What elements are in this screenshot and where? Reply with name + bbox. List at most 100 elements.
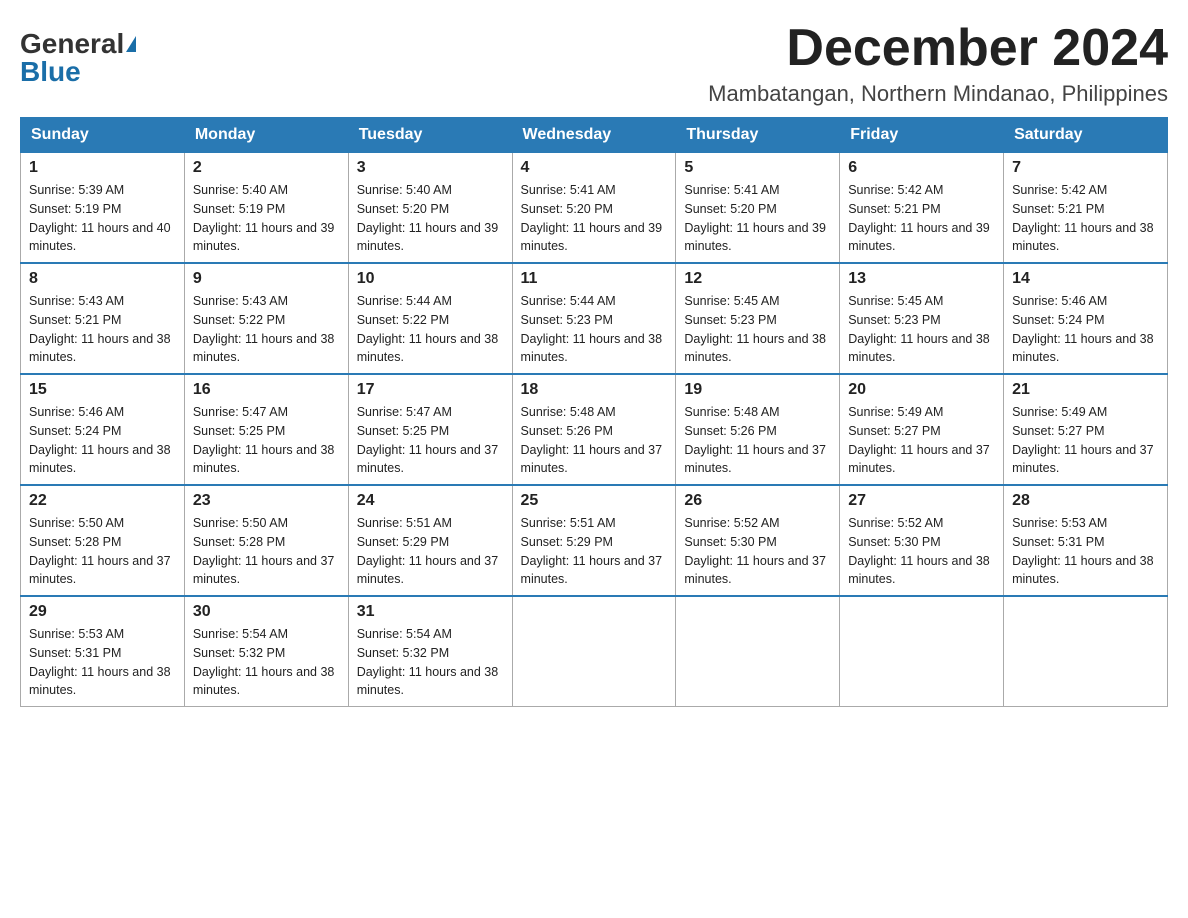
calendar-cell: 21 Sunrise: 5:49 AMSunset: 5:27 PMDaylig… xyxy=(1004,374,1168,485)
calendar-cell: 26 Sunrise: 5:52 AMSunset: 5:30 PMDaylig… xyxy=(676,485,840,596)
day-info: Sunrise: 5:41 AMSunset: 5:20 PMDaylight:… xyxy=(521,183,663,253)
day-info: Sunrise: 5:40 AMSunset: 5:20 PMDaylight:… xyxy=(357,183,499,253)
day-number: 20 xyxy=(848,381,995,399)
day-number: 28 xyxy=(1012,492,1159,510)
calendar-cell: 6 Sunrise: 5:42 AMSunset: 5:21 PMDayligh… xyxy=(840,153,1004,264)
day-number: 5 xyxy=(684,159,831,177)
calendar-cell: 3 Sunrise: 5:40 AMSunset: 5:20 PMDayligh… xyxy=(348,153,512,264)
day-info: Sunrise: 5:48 AMSunset: 5:26 PMDaylight:… xyxy=(684,405,826,475)
calendar-cell: 17 Sunrise: 5:47 AMSunset: 5:25 PMDaylig… xyxy=(348,374,512,485)
weekday-header-monday: Monday xyxy=(184,118,348,153)
day-number: 4 xyxy=(521,159,668,177)
day-number: 15 xyxy=(29,381,176,399)
location-subtitle: Mambatangan, Northern Mindanao, Philippi… xyxy=(708,81,1168,107)
day-info: Sunrise: 5:42 AMSunset: 5:21 PMDaylight:… xyxy=(848,183,990,253)
calendar-cell: 16 Sunrise: 5:47 AMSunset: 5:25 PMDaylig… xyxy=(184,374,348,485)
day-info: Sunrise: 5:50 AMSunset: 5:28 PMDaylight:… xyxy=(193,516,335,586)
day-info: Sunrise: 5:50 AMSunset: 5:28 PMDaylight:… xyxy=(29,516,171,586)
calendar-table: SundayMondayTuesdayWednesdayThursdayFrid… xyxy=(20,117,1168,707)
calendar-cell: 1 Sunrise: 5:39 AMSunset: 5:19 PMDayligh… xyxy=(21,153,185,264)
day-info: Sunrise: 5:45 AMSunset: 5:23 PMDaylight:… xyxy=(684,294,826,364)
day-info: Sunrise: 5:43 AMSunset: 5:22 PMDaylight:… xyxy=(193,294,335,364)
calendar-week-row: 22 Sunrise: 5:50 AMSunset: 5:28 PMDaylig… xyxy=(21,485,1168,596)
day-info: Sunrise: 5:47 AMSunset: 5:25 PMDaylight:… xyxy=(193,405,335,475)
calendar-cell: 4 Sunrise: 5:41 AMSunset: 5:20 PMDayligh… xyxy=(512,153,676,264)
calendar-week-row: 29 Sunrise: 5:53 AMSunset: 5:31 PMDaylig… xyxy=(21,596,1168,707)
weekday-header-sunday: Sunday xyxy=(21,118,185,153)
day-info: Sunrise: 5:53 AMSunset: 5:31 PMDaylight:… xyxy=(1012,516,1154,586)
day-info: Sunrise: 5:41 AMSunset: 5:20 PMDaylight:… xyxy=(684,183,826,253)
calendar-cell: 24 Sunrise: 5:51 AMSunset: 5:29 PMDaylig… xyxy=(348,485,512,596)
calendar-cell: 5 Sunrise: 5:41 AMSunset: 5:20 PMDayligh… xyxy=(676,153,840,264)
day-number: 17 xyxy=(357,381,504,399)
calendar-cell xyxy=(840,596,1004,707)
day-number: 24 xyxy=(357,492,504,510)
title-section: December 2024 Mambatangan, Northern Mind… xyxy=(708,20,1168,107)
day-number: 23 xyxy=(193,492,340,510)
calendar-cell: 15 Sunrise: 5:46 AMSunset: 5:24 PMDaylig… xyxy=(21,374,185,485)
calendar-cell: 11 Sunrise: 5:44 AMSunset: 5:23 PMDaylig… xyxy=(512,263,676,374)
calendar-cell: 9 Sunrise: 5:43 AMSunset: 5:22 PMDayligh… xyxy=(184,263,348,374)
calendar-cell: 29 Sunrise: 5:53 AMSunset: 5:31 PMDaylig… xyxy=(21,596,185,707)
day-number: 25 xyxy=(521,492,668,510)
calendar-cell: 8 Sunrise: 5:43 AMSunset: 5:21 PMDayligh… xyxy=(21,263,185,374)
day-info: Sunrise: 5:51 AMSunset: 5:29 PMDaylight:… xyxy=(521,516,663,586)
day-number: 10 xyxy=(357,270,504,288)
day-number: 11 xyxy=(521,270,668,288)
day-info: Sunrise: 5:46 AMSunset: 5:24 PMDaylight:… xyxy=(29,405,171,475)
day-info: Sunrise: 5:49 AMSunset: 5:27 PMDaylight:… xyxy=(848,405,990,475)
day-number: 19 xyxy=(684,381,831,399)
day-info: Sunrise: 5:42 AMSunset: 5:21 PMDaylight:… xyxy=(1012,183,1154,253)
day-info: Sunrise: 5:47 AMSunset: 5:25 PMDaylight:… xyxy=(357,405,499,475)
day-number: 8 xyxy=(29,270,176,288)
day-info: Sunrise: 5:54 AMSunset: 5:32 PMDaylight:… xyxy=(193,627,335,697)
day-info: Sunrise: 5:51 AMSunset: 5:29 PMDaylight:… xyxy=(357,516,499,586)
calendar-week-row: 1 Sunrise: 5:39 AMSunset: 5:19 PMDayligh… xyxy=(21,153,1168,264)
day-info: Sunrise: 5:49 AMSunset: 5:27 PMDaylight:… xyxy=(1012,405,1154,475)
calendar-cell: 19 Sunrise: 5:48 AMSunset: 5:26 PMDaylig… xyxy=(676,374,840,485)
day-number: 13 xyxy=(848,270,995,288)
day-info: Sunrise: 5:48 AMSunset: 5:26 PMDaylight:… xyxy=(521,405,663,475)
day-info: Sunrise: 5:54 AMSunset: 5:32 PMDaylight:… xyxy=(357,627,499,697)
calendar-cell: 20 Sunrise: 5:49 AMSunset: 5:27 PMDaylig… xyxy=(840,374,1004,485)
day-number: 9 xyxy=(193,270,340,288)
day-number: 2 xyxy=(193,159,340,177)
calendar-cell: 28 Sunrise: 5:53 AMSunset: 5:31 PMDaylig… xyxy=(1004,485,1168,596)
weekday-header-saturday: Saturday xyxy=(1004,118,1168,153)
calendar-cell: 14 Sunrise: 5:46 AMSunset: 5:24 PMDaylig… xyxy=(1004,263,1168,374)
calendar-cell: 22 Sunrise: 5:50 AMSunset: 5:28 PMDaylig… xyxy=(21,485,185,596)
day-number: 21 xyxy=(1012,381,1159,399)
day-number: 30 xyxy=(193,603,340,621)
day-number: 27 xyxy=(848,492,995,510)
calendar-cell xyxy=(512,596,676,707)
calendar-cell: 12 Sunrise: 5:45 AMSunset: 5:23 PMDaylig… xyxy=(676,263,840,374)
day-number: 22 xyxy=(29,492,176,510)
calendar-cell: 18 Sunrise: 5:48 AMSunset: 5:26 PMDaylig… xyxy=(512,374,676,485)
day-info: Sunrise: 5:52 AMSunset: 5:30 PMDaylight:… xyxy=(684,516,826,586)
calendar-cell: 7 Sunrise: 5:42 AMSunset: 5:21 PMDayligh… xyxy=(1004,153,1168,264)
day-info: Sunrise: 5:46 AMSunset: 5:24 PMDaylight:… xyxy=(1012,294,1154,364)
weekday-header-tuesday: Tuesday xyxy=(348,118,512,153)
day-info: Sunrise: 5:39 AMSunset: 5:19 PMDaylight:… xyxy=(29,183,171,253)
logo: General Blue xyxy=(20,20,136,86)
weekday-header-thursday: Thursday xyxy=(676,118,840,153)
calendar-cell xyxy=(1004,596,1168,707)
logo-triangle-icon xyxy=(126,36,136,52)
day-info: Sunrise: 5:45 AMSunset: 5:23 PMDaylight:… xyxy=(848,294,990,364)
calendar-cell: 30 Sunrise: 5:54 AMSunset: 5:32 PMDaylig… xyxy=(184,596,348,707)
day-number: 7 xyxy=(1012,159,1159,177)
day-number: 29 xyxy=(29,603,176,621)
calendar-cell: 27 Sunrise: 5:52 AMSunset: 5:30 PMDaylig… xyxy=(840,485,1004,596)
day-number: 14 xyxy=(1012,270,1159,288)
day-info: Sunrise: 5:52 AMSunset: 5:30 PMDaylight:… xyxy=(848,516,990,586)
day-number: 12 xyxy=(684,270,831,288)
calendar-cell: 10 Sunrise: 5:44 AMSunset: 5:22 PMDaylig… xyxy=(348,263,512,374)
calendar-week-row: 15 Sunrise: 5:46 AMSunset: 5:24 PMDaylig… xyxy=(21,374,1168,485)
calendar-cell: 2 Sunrise: 5:40 AMSunset: 5:19 PMDayligh… xyxy=(184,153,348,264)
day-info: Sunrise: 5:44 AMSunset: 5:23 PMDaylight:… xyxy=(521,294,663,364)
calendar-cell: 13 Sunrise: 5:45 AMSunset: 5:23 PMDaylig… xyxy=(840,263,1004,374)
logo-general-text: General xyxy=(20,30,124,58)
day-number: 6 xyxy=(848,159,995,177)
day-info: Sunrise: 5:53 AMSunset: 5:31 PMDaylight:… xyxy=(29,627,171,697)
day-number: 3 xyxy=(357,159,504,177)
